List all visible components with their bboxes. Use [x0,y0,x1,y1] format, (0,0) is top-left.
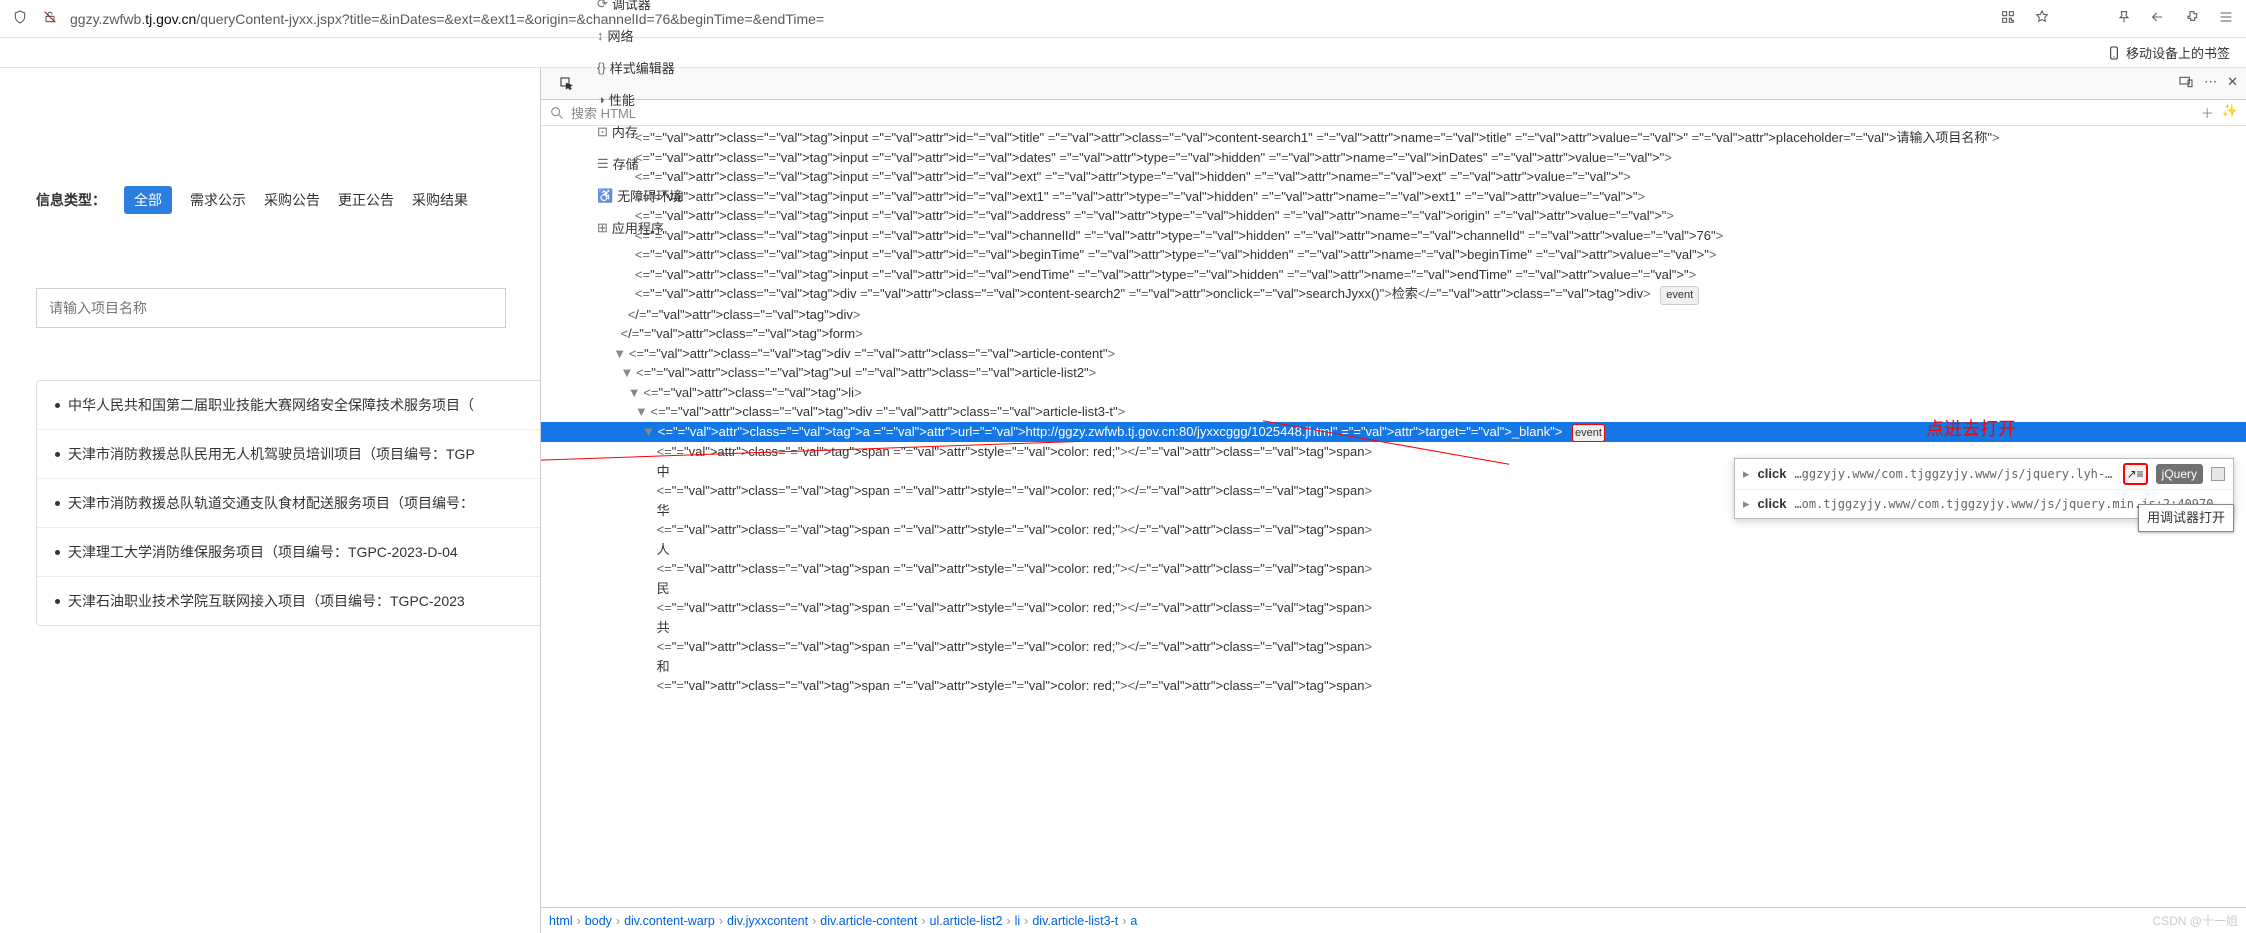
dom-line[interactable]: <="="val">attr">class="="val">tag">input… [541,187,2246,207]
breadcrumb-node[interactable]: div.jyxxcontent [727,914,808,928]
devtools-breadcrumb[interactable]: html›body›div.content-warp›div.jyxxconte… [541,907,2246,933]
devtools-more-icon[interactable]: ⋯ [2204,74,2217,93]
article-row[interactable]: 中华人民共和国第二届职业技能大赛网络安全保障技术服务项目（ [37,381,540,430]
devtools-tab[interactable]: {}样式编辑器 [587,52,692,84]
event-badge[interactable]: event [1572,424,1605,443]
dom-line[interactable]: 和 [541,657,2246,677]
dom-line[interactable]: <="="val">attr">class="="val">tag">input… [541,128,2246,148]
dom-line[interactable]: 人 [541,540,2246,560]
filter-label: 信息类型： [36,190,106,210]
dom-line[interactable]: ▼ <="="val">attr">class="="val">tag">a =… [541,422,2246,443]
dom-line[interactable]: ▼ <="="val">attr">class="="val">tag">div… [541,344,2246,364]
filter-tab-procure[interactable]: 采购公告 [264,190,320,210]
debugger-open-tooltip: 用调试器打开 [2138,504,2234,532]
mobile-bookmarks-link[interactable]: 移动设备上的书签 [2106,43,2230,62]
article-list: 中华人民共和国第二届职业技能大赛网络安全保障技术服务项目（ 天津市消防救援总队民用… [36,380,540,626]
filter-tab-correct[interactable]: 更正公告 [338,190,394,210]
jquery-badge: jQuery [2156,464,2203,484]
open-in-debugger-icon[interactable]: ↗≡ [2123,463,2148,485]
dom-line[interactable]: <="="val">attr">class="="val">tag">input… [541,245,2246,265]
event-badge[interactable]: event [1660,286,1699,305]
breadcrumb-node[interactable]: body [585,914,612,928]
responsive-icon[interactable] [2178,74,2194,93]
dom-line[interactable]: <="="val">attr">class="="val">tag">input… [541,226,2246,246]
article-row[interactable]: 天津市消防救援总队民用无人机驾驶员培训项目（项目编号：TGP [37,430,540,479]
emoji-icon[interactable]: ✨ [2222,103,2238,122]
article-title: 天津市消防救援总队轨道交通支队食材配送服务项目（项目编号： [68,493,474,513]
dom-line[interactable]: 民 [541,579,2246,599]
inspect-picker-icon[interactable] [549,68,585,100]
dom-line[interactable]: ▼ <="="val">attr">class="="val">tag">ul … [541,363,2246,383]
bullet-icon [55,403,60,408]
bookmark-star-icon[interactable] [2034,9,2050,28]
article-title: 天津市消防救援总队民用无人机驾驶员培训项目（项目编号：TGP [68,444,475,464]
devtools-close-icon[interactable]: ✕ [2227,74,2238,93]
bookmarks-bar: 移动设备上的书签 [0,38,2246,68]
breadcrumb-node[interactable]: div.article-list3-t [1032,914,1118,928]
filter-tab-all[interactable]: 全部 [124,186,172,214]
dom-tree[interactable]: 点进去打开 <="="val">attr">class="="val">tag"… [541,126,2246,907]
bullet-icon [55,599,60,604]
pin-icon[interactable] [2116,9,2132,28]
dom-line[interactable]: ▼ <="="val">attr">class="="val">tag">div… [541,402,2246,422]
phone-icon [2106,45,2122,61]
webpage-content: 信息类型： 全部 需求公示 采购公告 更正公告 采购结果 中华人民共和国第二届职… [0,68,540,933]
breadcrumb-node[interactable]: li [1015,914,1021,928]
watermark: CSDN @十一姐 [2152,912,2238,929]
breadcrumb-node[interactable]: div.content-warp [624,914,715,928]
filter-tab-demand[interactable]: 需求公示 [190,190,246,210]
back-icon[interactable] [2150,9,2166,28]
devtools-html-search[interactable]: 搜索 HTML ＋✨ [541,100,2246,126]
shield-icon[interactable] [12,9,28,28]
filter-tab-result[interactable]: 采购结果 [412,190,468,210]
article-row[interactable]: 天津石油职业技术学院互联网接入项目（项目编号：TGPC-2023 [37,577,540,625]
dom-line[interactable]: </="="val">attr">class="="val">tag">div> [541,305,2246,325]
breadcrumb-node[interactable]: html [549,914,573,928]
devtools-panel: ⬚查看器▸控制台⟳调试器↕网络{}样式编辑器◑性能⊡内存☰存储♿无障碍环境⊞应用… [540,68,2246,933]
qr-icon[interactable] [2000,9,2016,28]
project-search-input[interactable] [36,288,506,328]
search-icon [549,105,565,121]
dom-line[interactable]: <="="val">attr">class="="val">tag">input… [541,206,2246,226]
dom-line[interactable]: <="="val">attr">class="="val">tag">input… [541,167,2246,187]
devtools-tabbar: ⬚查看器▸控制台⟳调试器↕网络{}样式编辑器◑性能⊡内存☰存储♿无障碍环境⊞应用… [541,68,2246,100]
bullet-icon [55,501,60,506]
dom-line[interactable]: <="="val">attr">class="="val">tag">div =… [541,284,2246,305]
devtools-tab[interactable]: ⟳调试器 [587,0,692,20]
dom-line[interactable]: <="="val">attr">class="="val">tag">span … [541,598,2246,618]
bullet-icon [55,550,60,555]
article-title: 中华人民共和国第二届职业技能大赛网络安全保障技术服务项目（ [68,395,474,415]
dom-line[interactable]: 共 [541,618,2246,638]
menu-icon[interactable] [2218,9,2234,28]
article-row[interactable]: 天津理工大学消防维保服务项目（项目编号：TGPC-2023-D-04 [37,528,540,577]
devtools-tab[interactable]: ↕网络 [587,20,692,52]
dom-line[interactable]: </="="val">attr">class="="val">tag">form… [541,324,2246,344]
breadcrumb-node[interactable]: div.article-content [820,914,917,928]
dom-line[interactable]: <="="val">attr">class="="val">tag">input… [541,148,2246,168]
article-title: 天津理工大学消防维保服务项目（项目编号：TGPC-2023-D-04 [68,542,458,562]
url-text[interactable]: ggzy.zwfwb.tj.gov.cn/queryContent-jyxx.j… [70,11,2000,27]
article-row[interactable]: 天津市消防救援总队轨道交通支队食材配送服务项目（项目编号： [37,479,540,528]
listener-checkbox[interactable] [2211,467,2225,481]
breadcrumb-node[interactable]: a [1130,914,1137,928]
dom-line[interactable]: <="="val">attr">class="="val">tag">span … [541,676,2246,696]
event-listener-row[interactable]: ▸click…ggzyjy.www/com.tjggzyjy.www/js/jq… [1735,459,2233,490]
extension-icon[interactable] [2184,9,2200,28]
dom-line[interactable]: <="="val">attr">class="="val">tag">span … [541,559,2246,579]
article-title: 天津石油职业技术学院互联网接入项目（项目编号：TGPC-2023 [68,591,465,611]
add-node-icon[interactable]: ＋ [2201,103,2214,122]
browser-address-bar: ggzy.zwfwb.tj.gov.cn/queryContent-jyxx.j… [0,0,2246,38]
lock-slash-icon[interactable] [42,9,58,28]
dom-line[interactable]: <="="val">attr">class="="val">tag">span … [541,637,2246,657]
bullet-icon [55,452,60,457]
breadcrumb-node[interactable]: ul.article-list2 [930,914,1003,928]
dom-line[interactable]: ▼ <="="val">attr">class="="val">tag">li> [541,383,2246,403]
dom-line[interactable]: <="="val">attr">class="="val">tag">span … [541,520,2246,540]
dom-line[interactable]: <="="val">attr">class="="val">tag">input… [541,265,2246,285]
